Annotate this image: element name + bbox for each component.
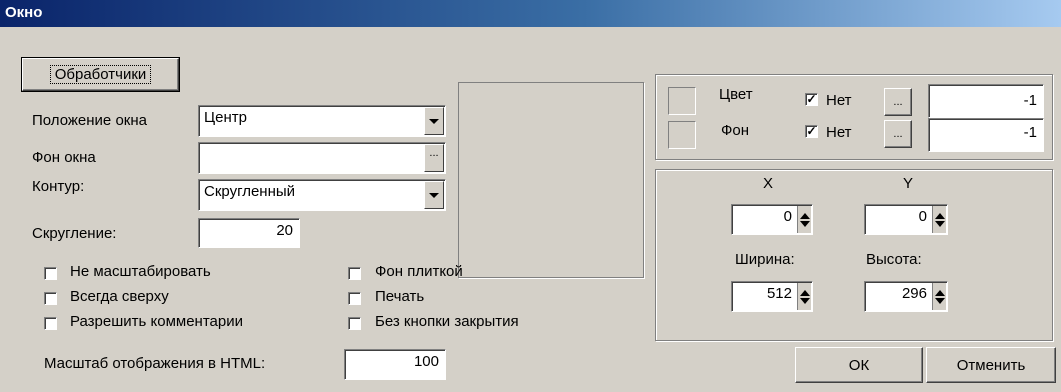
bg-value-field[interactable]: -1 bbox=[928, 118, 1044, 152]
arrow-down-icon bbox=[799, 297, 810, 304]
background-label: Фон окна bbox=[32, 149, 96, 166]
position-dropdown-button[interactable] bbox=[424, 107, 444, 135]
background-field[interactable]: ... bbox=[198, 142, 446, 174]
no-scale-checkbox[interactable] bbox=[44, 267, 57, 280]
bg-browse-button[interactable]: ... bbox=[884, 120, 912, 148]
height-label: Высота: bbox=[866, 251, 922, 268]
no-scale-label: Не масштабировать bbox=[70, 263, 211, 280]
print-label: Печать bbox=[375, 288, 425, 305]
rounding-value: 20 bbox=[276, 222, 293, 239]
arrow-up-icon bbox=[799, 289, 810, 296]
background-browse-button[interactable]: ... bbox=[424, 144, 444, 172]
always-on-top-checkbox[interactable] bbox=[44, 292, 57, 305]
arrow-up-icon bbox=[934, 289, 945, 296]
no-close-label: Без кнопки закрытия bbox=[375, 313, 519, 330]
x-value: 0 bbox=[783, 208, 792, 225]
x-label: X bbox=[763, 175, 774, 192]
x-spin-buttons[interactable] bbox=[797, 206, 811, 233]
width-spin-buttons[interactable] bbox=[797, 283, 811, 310]
contour-dropdown-button[interactable] bbox=[424, 181, 444, 209]
allow-comments-checkbox[interactable] bbox=[44, 317, 57, 330]
check-mark-icon: ✓ bbox=[806, 92, 817, 106]
window-title: Окно bbox=[5, 4, 43, 21]
height-spinner[interactable]: 296 bbox=[864, 281, 948, 312]
width-spinner[interactable]: 512 bbox=[731, 281, 813, 312]
rounding-field[interactable]: 20 bbox=[198, 218, 300, 248]
cancel-button-label: Отменить bbox=[956, 356, 1026, 374]
height-value: 296 bbox=[901, 285, 927, 302]
arrow-down-icon bbox=[799, 220, 810, 227]
chevron-down-icon bbox=[429, 192, 439, 198]
y-value: 0 bbox=[918, 208, 927, 225]
contour-label: Контур: bbox=[32, 178, 85, 195]
html-scale-label: Масштаб отображения в HTML: bbox=[44, 355, 266, 372]
bg-label: Фон bbox=[721, 122, 750, 139]
bg-browse-label: ... bbox=[893, 128, 903, 140]
geometry-group bbox=[655, 169, 1053, 341]
html-scale-field[interactable]: 100 bbox=[344, 349, 446, 380]
handlers-button-label: Обработчики bbox=[49, 65, 152, 84]
arrow-down-icon bbox=[934, 297, 945, 304]
height-spin-buttons[interactable] bbox=[932, 283, 946, 310]
check-mark-icon: ✓ bbox=[806, 124, 817, 138]
position-combo-value: Центр bbox=[204, 109, 247, 126]
tiled-bg-checkbox[interactable] bbox=[348, 267, 361, 280]
html-scale-value: 100 bbox=[413, 353, 439, 370]
rounding-label: Скругление: bbox=[32, 225, 117, 242]
color-browse-label: ... bbox=[893, 96, 903, 108]
cancel-button[interactable]: Отменить bbox=[926, 347, 1056, 383]
ok-button[interactable]: ОК bbox=[795, 347, 923, 383]
allow-comments-label: Разрешить комментарии bbox=[70, 313, 243, 330]
color-label: Цвет bbox=[719, 86, 753, 103]
bg-none-checkbox[interactable]: ✓ bbox=[805, 125, 818, 138]
no-close-checkbox[interactable] bbox=[348, 317, 361, 330]
arrow-up-icon bbox=[934, 212, 945, 219]
y-spinner[interactable]: 0 bbox=[864, 204, 948, 235]
width-value: 512 bbox=[766, 285, 792, 302]
position-combo[interactable]: Центр bbox=[198, 105, 446, 137]
print-checkbox[interactable] bbox=[348, 292, 361, 305]
tiled-bg-label: Фон плиткой bbox=[375, 263, 463, 280]
contour-combo[interactable]: Скругленный bbox=[198, 179, 446, 211]
arrow-down-icon bbox=[934, 220, 945, 227]
bg-none-label: Нет bbox=[826, 124, 852, 141]
color-none-label: Нет bbox=[826, 92, 852, 109]
color-none-checkbox[interactable]: ✓ bbox=[805, 93, 818, 106]
always-on-top-label: Всегда сверху bbox=[70, 288, 169, 305]
arrow-up-icon bbox=[799, 212, 810, 219]
color-swatch[interactable] bbox=[668, 87, 696, 115]
width-label: Ширина: bbox=[735, 251, 795, 268]
y-label: Y bbox=[903, 175, 914, 192]
contour-combo-value: Скругленный bbox=[204, 183, 296, 200]
color-browse-button[interactable]: ... bbox=[884, 88, 912, 116]
handlers-button[interactable]: Обработчики bbox=[21, 57, 180, 92]
y-spin-buttons[interactable] bbox=[932, 206, 946, 233]
ok-button-label: ОК bbox=[848, 356, 870, 374]
x-spinner[interactable]: 0 bbox=[731, 204, 813, 235]
position-label: Положение окна bbox=[32, 112, 147, 129]
bg-swatch[interactable] bbox=[668, 121, 696, 149]
color-value-field[interactable]: -1 bbox=[928, 84, 1044, 118]
window-preview bbox=[458, 82, 644, 278]
chevron-down-icon bbox=[429, 118, 439, 124]
color-value: -1 bbox=[1023, 92, 1037, 109]
bg-value: -1 bbox=[1023, 124, 1037, 141]
title-bar: Окно bbox=[0, 0, 1061, 27]
